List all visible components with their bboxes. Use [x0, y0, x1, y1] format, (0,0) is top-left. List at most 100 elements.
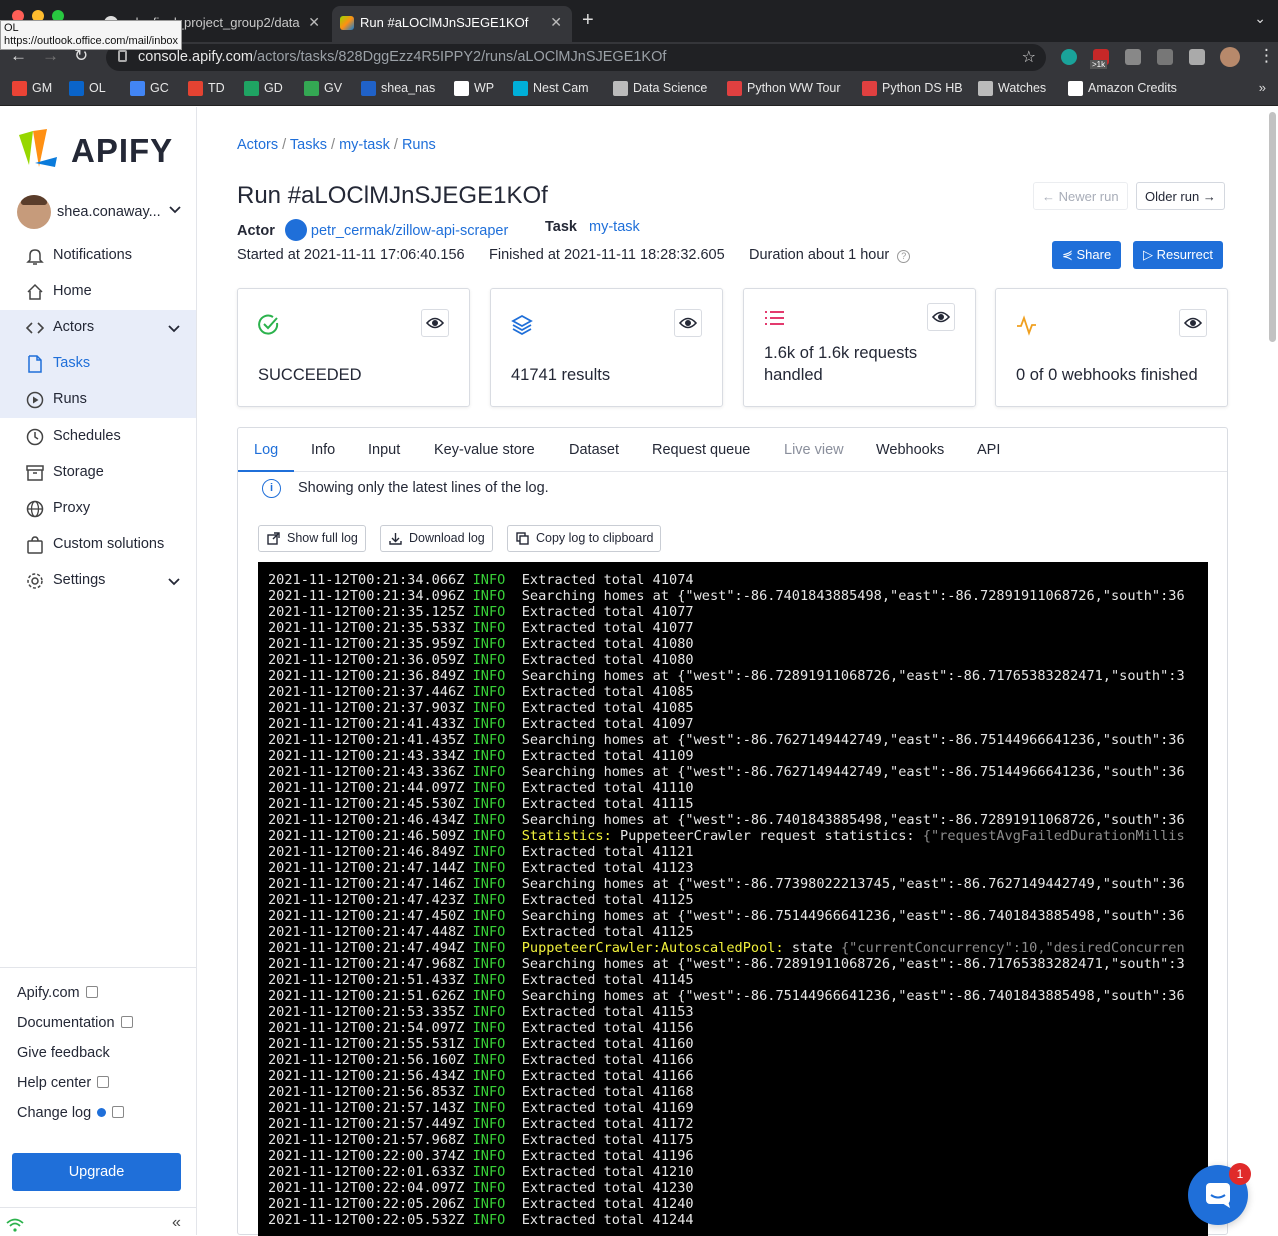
eye-icon[interactable] — [1179, 309, 1207, 337]
bookmark-item[interactable]: Amazon Credits — [1068, 81, 1177, 96]
task-link[interactable]: my-task — [589, 219, 640, 235]
bookmark-item[interactable]: Nest Cam — [513, 81, 589, 96]
apify-logo[interactable]: APIFY — [17, 127, 172, 169]
link-tooltip: OL https://outlook.office.com/mail/inbox — [0, 20, 183, 50]
bookmark-label: GV — [324, 81, 343, 95]
log-message: Extracted total 41196 — [521, 1148, 694, 1164]
tab-api[interactable]: API — [977, 442, 1000, 458]
button-label: Older run — [1145, 189, 1200, 204]
tab-dataset[interactable]: Dataset — [569, 442, 619, 458]
extension-icon[interactable] — [1061, 49, 1077, 65]
tab-info[interactable]: Info — [311, 442, 335, 458]
log-level: INFO — [472, 1068, 506, 1084]
sidebar-item-settings[interactable]: Settings — [0, 563, 196, 599]
list-icon — [764, 309, 786, 331]
sidebar-item-notifications[interactable]: Notifications — [0, 238, 196, 274]
link-label: Give feedback — [17, 1045, 110, 1061]
sidebar-item-proxy[interactable]: Proxy — [0, 491, 196, 527]
give-feedback-link[interactable]: Give feedback — [17, 1045, 110, 1061]
address-bar[interactable]: console.apify.com/actors/tasks/828DggEzz… — [106, 44, 1046, 71]
log-line: 2021-11-12T00:22:00.374Z INFO Extracted … — [268, 1148, 1208, 1164]
log-line: 2021-11-12T00:21:47.494Z INFO PuppeteerC… — [268, 940, 1208, 956]
bookmark-star-icon[interactable]: ☆ — [1022, 47, 1036, 67]
eye-icon[interactable] — [421, 309, 449, 337]
more-bookmarks-icon[interactable]: » — [1259, 80, 1266, 95]
actor-info: Actor petr_cermak/zillow-api-scraper — [237, 219, 508, 241]
breadcrumb: Actors / Tasks / my-task / Runs — [237, 137, 436, 153]
bookmark-label: Data Science — [633, 81, 708, 95]
sidebar-item-actors[interactable]: Actors — [0, 310, 196, 346]
show-full-log-button[interactable]: Show full log — [258, 525, 366, 552]
sidebar-item-storage[interactable]: Storage — [0, 455, 196, 491]
browser-tab-apify[interactable]: Run #aLOClMJnSJEGE1KOf ✕ — [332, 6, 572, 42]
resurrect-button[interactable]: ▷ Resurrect — [1133, 241, 1223, 269]
log-line: 2021-11-12T00:21:55.531Z INFO Extracted … — [268, 1036, 1208, 1052]
profile-avatar-icon[interactable] — [1220, 47, 1240, 67]
share-button[interactable]: ⋞ Share — [1052, 241, 1122, 269]
bookmark-item[interactable]: GC — [130, 81, 169, 96]
puzzle-icon[interactable] — [1189, 49, 1205, 65]
bookmark-item[interactable]: Python WW Tour — [727, 81, 841, 96]
older-run-button[interactable]: Older run → — [1136, 182, 1225, 210]
tab-live-view[interactable]: Live view — [784, 442, 844, 458]
run-tabs: Log Info Input Key-value store Dataset Reques… — [238, 428, 1227, 472]
breadcrumb-actors[interactable]: Actors — [237, 137, 278, 153]
bookmark-label: Nest Cam — [533, 81, 589, 95]
upgrade-button[interactable]: Upgrade — [12, 1153, 181, 1191]
breadcrumb-tasks[interactable]: Tasks — [290, 137, 327, 153]
extension-icon[interactable] — [1125, 49, 1141, 65]
tab-input[interactable]: Input — [368, 442, 400, 458]
download-log-button[interactable]: Download log — [380, 525, 493, 552]
sidebar-item-custom-solutions[interactable]: Custom solutions — [0, 527, 196, 563]
log-level: INFO — [472, 796, 506, 812]
apify-com-link[interactable]: Apify.com — [17, 985, 98, 1001]
change-log-link[interactable]: Change log — [17, 1105, 125, 1121]
documentation-link[interactable]: Documentation — [17, 1015, 133, 1031]
log-line: 2021-11-12T00:21:46.434Z INFO Searching … — [268, 812, 1208, 828]
new-tab-icon[interactable]: + — [582, 9, 594, 32]
tab-webhooks[interactable]: Webhooks — [876, 442, 944, 458]
log-line: 2021-11-12T00:22:05.206Z INFO Extracted … — [268, 1196, 1208, 1212]
extension-icon[interactable] — [1157, 49, 1173, 65]
log-timestamp: 2021-11-12T00:21:41.433Z — [268, 716, 465, 732]
tab-search-chevron-icon[interactable]: ⌄ — [1254, 10, 1266, 27]
newer-run-button[interactable]: ← Newer run — [1033, 182, 1128, 210]
bookmark-item[interactable]: Watches — [978, 81, 1046, 96]
sidebar-item-schedules[interactable]: Schedules — [0, 419, 196, 455]
sidebar-item-home[interactable]: Home — [0, 274, 196, 310]
eye-icon[interactable] — [927, 303, 955, 331]
bookmark-item[interactable]: WP — [454, 81, 494, 96]
log-timestamp: 2021-11-12T00:21:56.434Z — [268, 1068, 465, 1084]
bookmark-item[interactable]: GD — [244, 81, 283, 96]
actor-link[interactable]: petr_cermak/zillow-api-scraper — [311, 223, 508, 239]
log-timestamp: 2021-11-12T00:22:04.097Z — [268, 1180, 465, 1196]
help-center-link[interactable]: Help center — [17, 1075, 110, 1091]
breadcrumb-my-task[interactable]: my-task — [339, 137, 390, 153]
collapse-sidebar-icon[interactable]: « — [172, 1214, 181, 1232]
log-level: INFO — [472, 972, 506, 988]
tab-request-queue[interactable]: Request queue — [652, 442, 750, 458]
eye-icon[interactable] — [674, 309, 702, 337]
stat-card: 0 of 0 webhooks finished — [995, 288, 1228, 407]
bookmark-item[interactable]: GM — [12, 81, 52, 96]
copy-log-button[interactable]: Copy log to clipboard — [507, 525, 662, 552]
close-tab-icon[interactable]: ✕ — [550, 14, 562, 31]
tab-log[interactable]: Log — [254, 442, 278, 458]
bookmark-item[interactable]: shea_nas — [361, 81, 435, 96]
user-menu[interactable]: shea.conaway... — [17, 195, 185, 231]
more-menu-icon[interactable]: ⋮ — [1258, 46, 1275, 66]
close-tab-icon[interactable]: ✕ — [308, 14, 320, 31]
sidebar-item-runs[interactable]: Runs — [0, 382, 196, 418]
bookmark-item[interactable]: TD — [188, 81, 225, 96]
page-scrollbar[interactable] — [1269, 112, 1276, 342]
bookmark-item[interactable]: Data Science — [613, 81, 708, 96]
bookmark-item[interactable]: GV — [304, 81, 343, 96]
bookmark-item[interactable]: OL — [69, 81, 106, 96]
tab-key-value-store[interactable]: Key-value store — [434, 442, 535, 458]
log-console[interactable]: 2021-11-12T00:21:34.066Z INFO Extracted … — [258, 562, 1208, 1236]
bookmark-item[interactable]: Python DS HB — [862, 81, 963, 96]
help-icon[interactable]: ? — [897, 250, 911, 263]
sidebar-item-tasks[interactable]: Tasks — [0, 346, 196, 382]
sidebar-item-label: Proxy — [53, 500, 91, 516]
breadcrumb-runs[interactable]: Runs — [402, 137, 436, 153]
